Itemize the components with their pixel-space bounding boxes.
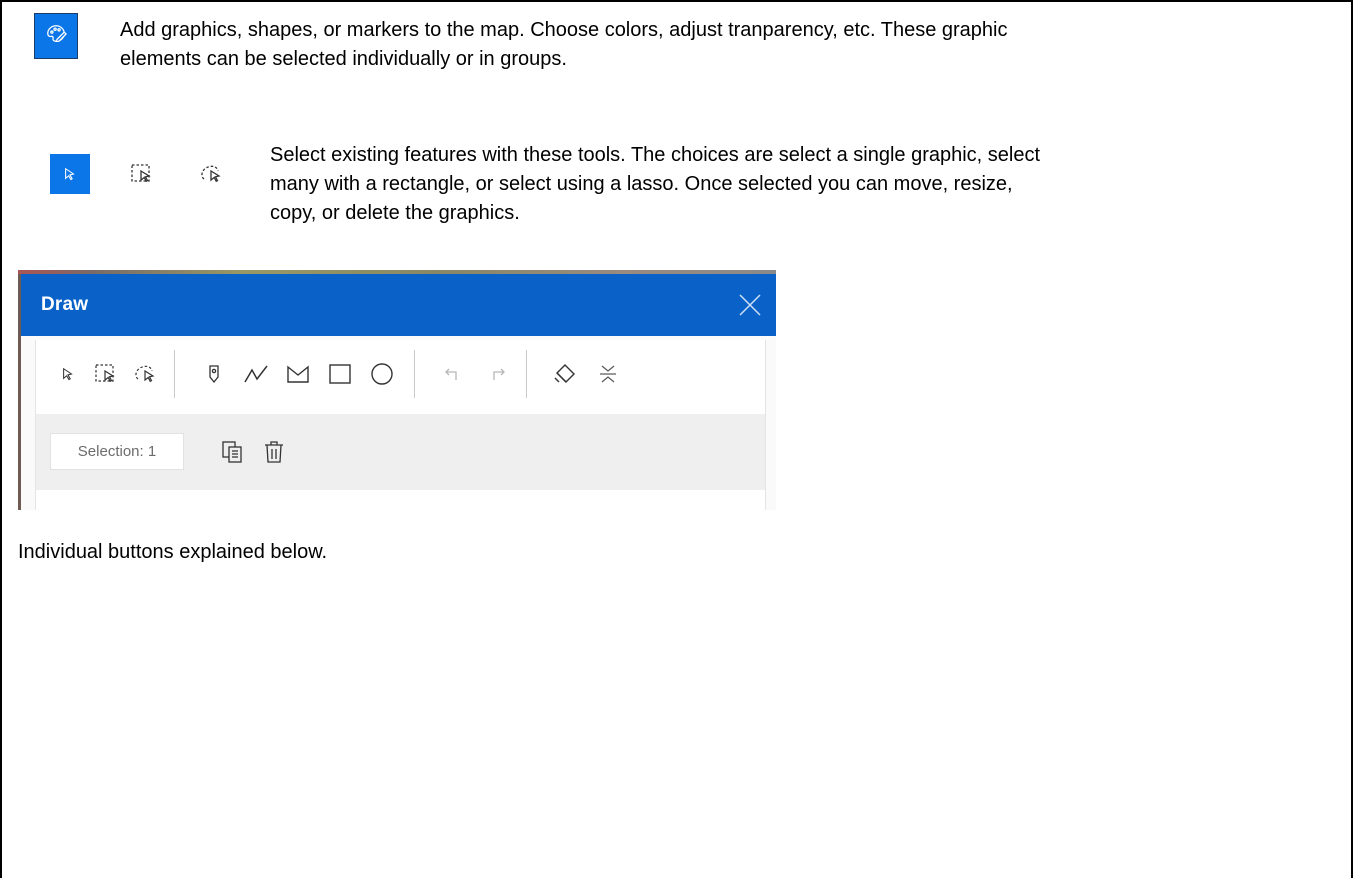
selection-line-2: many with a rectangle, or select using a… — [270, 173, 1013, 195]
undo-icon[interactable] — [440, 360, 468, 388]
select-arrow-icon[interactable] — [54, 360, 82, 388]
footer-text: Individual buttons explained below. — [18, 541, 328, 563]
draw-tool-button[interactable] — [34, 13, 78, 59]
draw-widget-screenshot: Draw Selection: 1 — [18, 270, 776, 510]
selection-line-3: copy, or delete the graphics. — [270, 202, 520, 224]
selection-tools-group — [50, 154, 250, 194]
selection-line-1: Select existing features with these tool… — [270, 144, 1041, 166]
draw-toolbar — [36, 340, 765, 408]
redo-icon[interactable] — [482, 360, 510, 388]
draw-widget-body: Selection: 1 — [21, 336, 776, 510]
toolbar-separator — [414, 350, 415, 398]
lasso-select-icon[interactable] — [132, 360, 160, 388]
duplicate-icon[interactable] — [218, 438, 246, 466]
circle-icon[interactable] — [368, 360, 396, 388]
trash-icon[interactable] — [260, 438, 288, 466]
selection-count-badge: Selection: 1 — [50, 433, 184, 470]
select-arrow-icon[interactable] — [50, 154, 90, 194]
intro-line-1: Add graphics, shapes, or markers to the … — [120, 19, 1008, 41]
toolbar-separator — [174, 350, 175, 398]
close-icon[interactable] — [736, 291, 764, 319]
lasso-select-icon[interactable] — [192, 154, 232, 194]
selection-row: Selection: 1 — [36, 414, 765, 490]
polyline-icon[interactable] — [242, 360, 270, 388]
palette-eraser-icon — [45, 23, 67, 50]
collapse-icon[interactable] — [594, 360, 622, 388]
eraser-icon[interactable] — [550, 360, 578, 388]
rectangle-select-icon[interactable] — [122, 154, 162, 194]
polygon-icon[interactable] — [284, 360, 312, 388]
toolbar-separator — [526, 350, 527, 398]
draw-widget-header: Draw — [21, 274, 776, 336]
draw-widget-title: Draw — [41, 294, 89, 315]
rectangle-select-icon[interactable] — [92, 360, 120, 388]
intro-line-2: elements can be selected individually or… — [120, 48, 567, 70]
draw-widget-panel: Selection: 1 — [35, 340, 766, 510]
rectangle-icon[interactable] — [326, 360, 354, 388]
point-marker-icon[interactable] — [200, 360, 228, 388]
